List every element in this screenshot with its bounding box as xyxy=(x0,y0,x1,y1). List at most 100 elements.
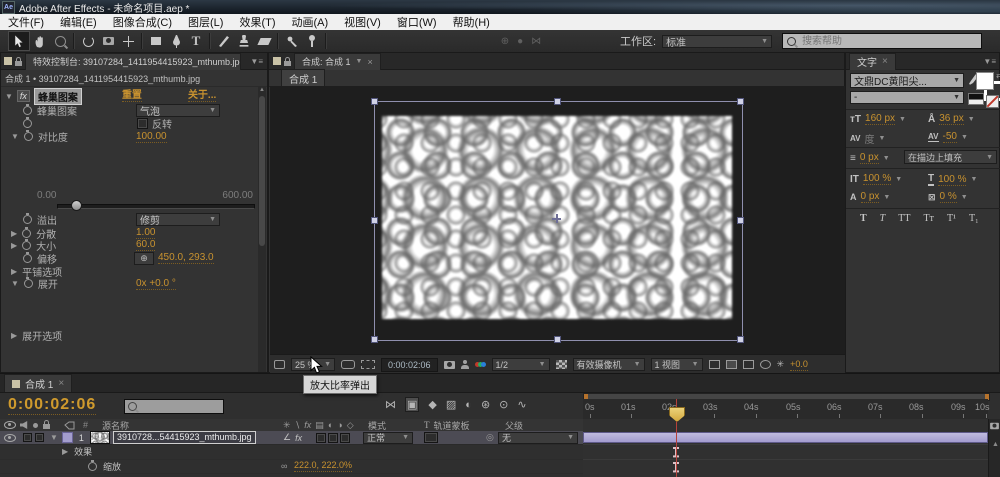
hand-tool[interactable] xyxy=(30,32,50,50)
type-tool[interactable]: T xyxy=(186,32,206,50)
selection-handle[interactable] xyxy=(371,217,378,224)
switch-cell[interactable] xyxy=(340,432,350,443)
layer-duration-bar[interactable] xyxy=(583,432,988,443)
chevron-down-icon[interactable]: ▼ xyxy=(968,116,975,123)
close-icon[interactable]: × xyxy=(367,57,372,67)
expander-open-icon[interactable]: ▼ xyxy=(5,92,13,101)
scale-stopwatch-icon[interactable] xyxy=(88,459,97,471)
selection-handle[interactable] xyxy=(737,98,744,105)
stopwatch-icon[interactable] xyxy=(23,130,33,141)
layer-row[interactable]: ▼ 1 3910728...54415923_mthumb.jpg ∠ fx 正… xyxy=(0,431,583,445)
quality-switch[interactable]: ∠ xyxy=(283,432,291,443)
parent-dropdown[interactable]: 无 ▼ xyxy=(498,431,578,444)
timeline-search-box[interactable] xyxy=(124,399,224,414)
region-of-interest-icon[interactable] xyxy=(361,360,375,369)
parent-pickwhip-icon[interactable]: ◎ xyxy=(486,432,494,443)
camera-view-dropdown[interactable]: 有效摄像机 ▼ xyxy=(572,358,645,371)
selection-handle[interactable] xyxy=(371,98,378,105)
zoom-tool[interactable] xyxy=(50,32,70,50)
comp-marker-button[interactable] xyxy=(990,422,999,430)
stopwatch-icon[interactable] xyxy=(23,213,32,224)
trkmat-cell[interactable] xyxy=(424,432,438,443)
auto-keyframe-icon[interactable]: ⊙ xyxy=(499,398,508,411)
help-search-input[interactable] xyxy=(800,34,965,48)
scale-property-row[interactable]: 缩放 ∞ 222.0, 222.0% xyxy=(0,459,583,474)
layer-source-name[interactable]: 3910728...54415923_mthumb.jpg xyxy=(112,431,256,444)
expander-closed-icon[interactable]: ▶ xyxy=(11,229,17,238)
safe-margins-icon[interactable] xyxy=(341,360,355,369)
chevron-down-icon[interactable]: ▼ xyxy=(895,176,902,183)
blend-mode-dropdown[interactable]: 正常 ▼ xyxy=(363,431,413,444)
channels-icon[interactable] xyxy=(474,362,486,367)
vertical-scale-value[interactable]: 100 % xyxy=(862,173,892,185)
evolution-value[interactable]: 0x +0.0 ° xyxy=(136,278,176,290)
workspace-dropdown[interactable]: 标准 ▼ xyxy=(662,34,773,49)
close-icon[interactable]: × xyxy=(58,378,64,389)
effect-reset-link[interactable]: 重置 xyxy=(121,90,142,102)
stopwatch-icon[interactable] xyxy=(23,277,33,288)
parent-column[interactable]: 父级 xyxy=(505,419,523,432)
effect-about-link[interactable]: 关于... xyxy=(187,90,217,102)
cell-pattern-dropdown[interactable]: 气泡 ▼ xyxy=(136,104,220,118)
scrollbar-thumb[interactable] xyxy=(259,96,265,246)
stopwatch-icon[interactable] xyxy=(23,104,32,115)
expander-closed-icon[interactable]: ▶ xyxy=(11,267,17,276)
switch-cell[interactable] xyxy=(328,432,338,443)
rotate-tool[interactable] xyxy=(78,32,98,50)
subscript-button[interactable]: T₁ xyxy=(969,213,979,224)
fill-rule-dropdown[interactable]: 在描边上填充 ▼ xyxy=(904,150,997,164)
scroll-up-icon[interactable]: ▲ xyxy=(259,87,265,93)
effect-controls-tab[interactable]: 特效控制台: 39107284_1411954415923_mthumb.jpg xyxy=(25,52,241,70)
camera-tool[interactable] xyxy=(98,32,118,50)
selection-handle[interactable] xyxy=(371,336,378,343)
show-snapshot-icon[interactable] xyxy=(460,360,469,369)
timeline-right-scrollbar[interactable]: ▲ xyxy=(988,419,1000,477)
invert-checkbox[interactable] xyxy=(137,118,148,129)
exposure-value[interactable]: +0.0 xyxy=(790,359,808,371)
link-dimensions-icon[interactable]: ∞ xyxy=(281,461,287,471)
motion-blur-icon[interactable]: ◐ xyxy=(465,399,472,411)
transparency-grid-icon[interactable] xyxy=(555,360,567,369)
scroll-up-icon[interactable]: ▲ xyxy=(992,441,999,448)
chevron-down-icon[interactable]: ▼ xyxy=(961,134,968,141)
selection-handle[interactable] xyxy=(554,98,561,105)
chevron-down-icon[interactable]: ▼ xyxy=(899,116,906,123)
draft-3d-icon[interactable]: ◆ xyxy=(428,398,436,411)
chevron-down-icon[interactable]: ▼ xyxy=(961,194,968,201)
anchor-point-icon[interactable] xyxy=(552,214,561,223)
offset-value[interactable]: 450.0, 293.0 xyxy=(158,252,214,264)
mask-shape-tool[interactable] xyxy=(146,32,166,50)
baseline-shift-value[interactable]: 0 px xyxy=(860,191,880,203)
puppet-pin-tool[interactable] xyxy=(302,32,322,50)
fast-preview-icon[interactable] xyxy=(725,360,737,369)
statusbar-timecode[interactable]: 0:00:02:06 xyxy=(381,357,438,372)
track-area[interactable] xyxy=(583,419,988,477)
chevron-down-icon[interactable]: ▼ xyxy=(883,155,890,162)
brainstorm-icon[interactable]: ⊛ xyxy=(481,398,490,411)
mode-column[interactable]: 模式 xyxy=(368,419,386,432)
menu-view[interactable]: 视图(V) xyxy=(336,14,389,30)
layer-solo-cell[interactable] xyxy=(35,433,44,442)
small-caps-button[interactable]: Tт xyxy=(923,213,933,224)
stopwatch-icon[interactable] xyxy=(22,226,32,238)
frame-blending-icon[interactable]: ▨ xyxy=(446,398,456,411)
trkmat-column[interactable]: T 轨道蒙板 xyxy=(424,419,470,432)
chevron-down-icon[interactable]: ▼ xyxy=(879,135,886,142)
roto-brush-tool[interactable] xyxy=(282,32,302,50)
pixel-aspect-icon[interactable] xyxy=(708,360,720,369)
flowchart-button-icon[interactable] xyxy=(759,360,771,369)
timeline-current-timecode[interactable]: 0:00:02:06 xyxy=(8,396,97,415)
expander-closed-icon[interactable]: ▶ xyxy=(11,241,17,250)
selection-handle[interactable] xyxy=(554,336,561,343)
tsume-value[interactable]: 0 % xyxy=(939,191,957,203)
pan-behind-tool[interactable] xyxy=(118,32,138,50)
composition-viewer[interactable] xyxy=(270,86,845,354)
chevron-down-icon[interactable]: ▼ xyxy=(883,194,890,201)
overflow-dropdown[interactable]: 修剪 ▼ xyxy=(136,213,220,227)
menu-effect[interactable]: 效果(T) xyxy=(231,14,283,30)
clone-stamp-tool[interactable] xyxy=(234,32,254,50)
effect-controls-scrollbar[interactable]: ▲ xyxy=(258,86,266,372)
menu-file[interactable]: 文件(F) xyxy=(0,14,52,30)
composition-tab[interactable]: 合成: 合成 1 ▼ × xyxy=(294,52,381,70)
eraser-tool[interactable] xyxy=(254,32,274,50)
